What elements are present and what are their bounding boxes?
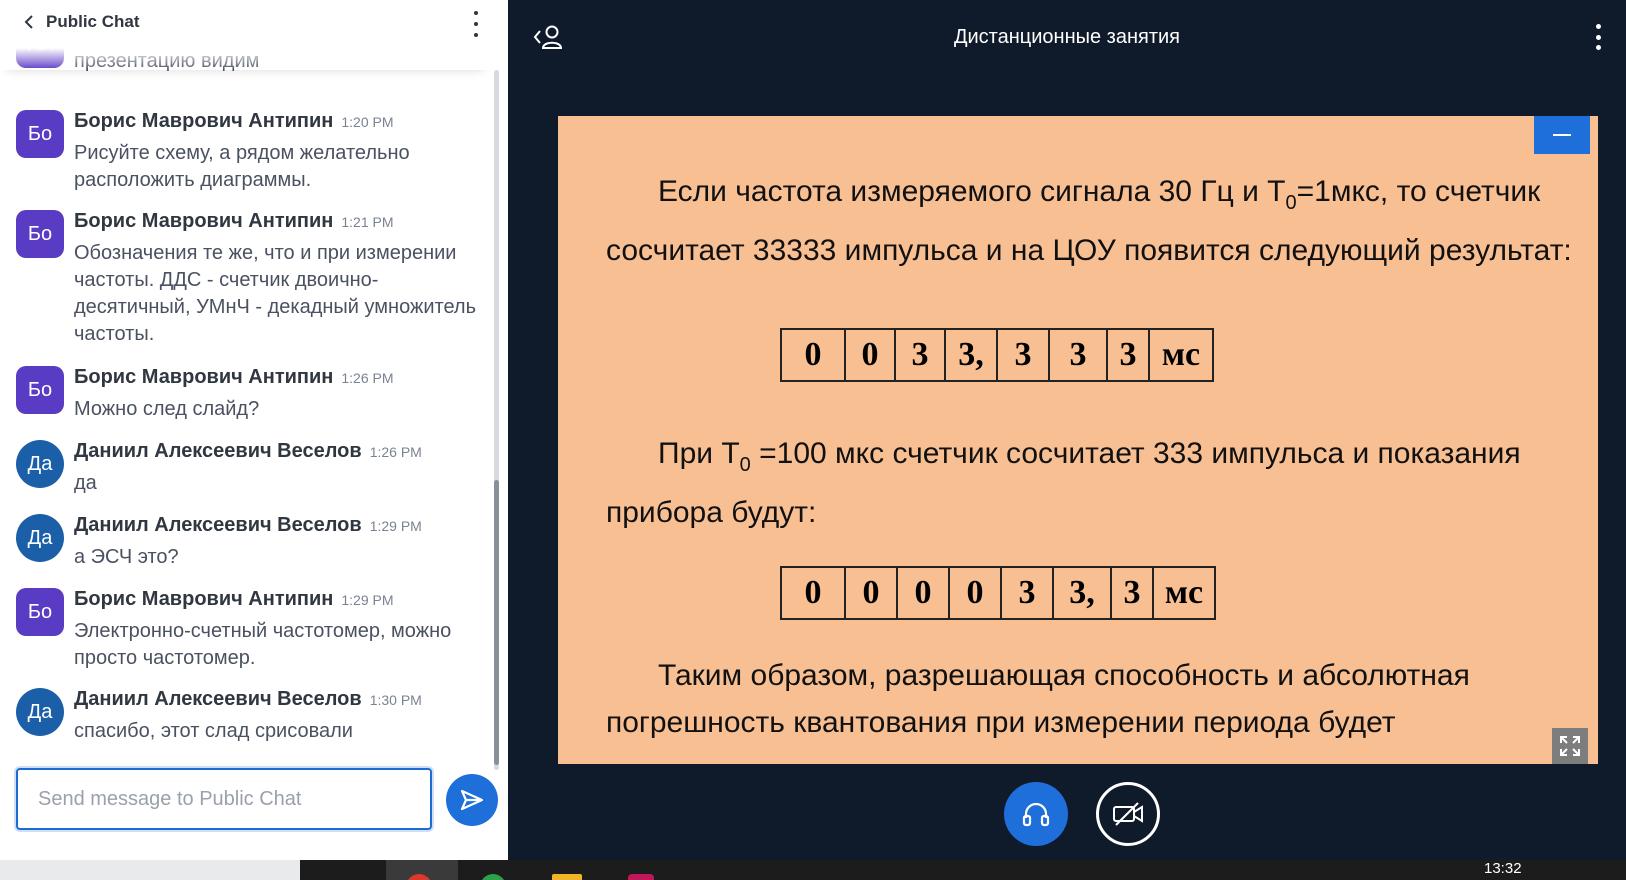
chat-header: Public Chat [0, 0, 508, 48]
public-chat-panel: Public Chat ИЛ презентацию видим Бо Бори… [0, 0, 508, 860]
digit-cell: 3 [1110, 568, 1152, 618]
folder-icon[interactable] [552, 874, 582, 880]
fullscreen-button[interactable] [1552, 728, 1588, 764]
message-time: 1:26 PM [341, 370, 394, 386]
counter-display-2: 0 0 0 0 3 3, 3 мс [780, 566, 1216, 620]
message-text: Можно след слайд? [74, 398, 260, 420]
message-time: 1:30 PM [369, 692, 422, 708]
message-sender: Борис Маврович Антипин 1:29 PM [74, 588, 394, 610]
video-off-icon [1113, 802, 1143, 826]
message-time: 1:26 PM [369, 444, 422, 460]
message-text: Рисуйте схему, а рядом желательно распол… [74, 142, 410, 191]
fullscreen-icon [1560, 736, 1580, 756]
taskbar-search-area[interactable] [0, 860, 300, 880]
unit-cell: мс [1152, 568, 1214, 618]
message-time: 1:20 PM [341, 114, 394, 130]
digit-cell: 0 [804, 574, 822, 611]
avatar: Да [16, 440, 64, 488]
slide-paragraph-2: При T0 =100 мкс счетчик сосчитает 333 им… [606, 437, 1521, 529]
message-text: спасибо, этот слад срисовали [74, 720, 353, 742]
digit-cell: 0 [896, 568, 948, 618]
digit-cell: 0 [844, 568, 896, 618]
avatar: Бо [16, 588, 64, 636]
message-sender: Даниил Алексеевич Веселов 1:30 PM [74, 688, 422, 710]
avatar: ИЛ [16, 48, 64, 68]
digit-cell: 3 [1106, 330, 1148, 380]
slide-paragraph-3: Таким образом, разрешающая способность и… [606, 659, 1470, 739]
chevron-left-icon [24, 15, 33, 29]
avatar: Да [16, 688, 64, 736]
message-list[interactable]: ИЛ презентацию видим Бо Борис Маврович А… [0, 48, 496, 760]
presentation-slide: Если частота измеряемого сигнала 30 Гц и… [558, 116, 1598, 764]
message-time: 1:21 PM [341, 214, 394, 230]
taskbar-app-icon[interactable] [628, 874, 654, 880]
audio-headphones-button[interactable] [1004, 782, 1068, 846]
message-text: а ЭСЧ это? [74, 546, 179, 568]
avatar: Бо [16, 110, 64, 158]
digit-cell: 0 [804, 336, 822, 373]
avatar: Бо [16, 366, 64, 414]
chat-back-button[interactable]: Public Chat [22, 12, 140, 32]
avatar: Да [16, 514, 64, 562]
message-text: презентацию видим [74, 50, 260, 72]
message-text: да [74, 472, 97, 494]
taskbar-app-icon[interactable] [480, 874, 506, 880]
minus-icon [1553, 134, 1571, 136]
message-sender: Даниил Алексеевич Веселов 1:29 PM [74, 514, 422, 536]
chat-title: Public Chat [46, 12, 140, 31]
os-taskbar: 13:32 [0, 860, 1626, 880]
send-icon [460, 789, 484, 811]
message-time: 1:29 PM [341, 592, 394, 608]
digit-cell: 3, [944, 330, 996, 380]
message-text: Обозначения те же, что и при измерении ч… [74, 242, 477, 345]
message-sender: Борис Маврович Антипин 1:21 PM [74, 210, 394, 232]
message-sender: Борис Маврович Антипин 1:20 PM [74, 110, 394, 132]
digit-cell: 3 [1000, 568, 1052, 618]
send-message-button[interactable] [446, 774, 498, 826]
digit-cell: 0 [844, 330, 894, 380]
slide-paragraph-1: Если частота измеряемого сигнала 30 Гц и… [606, 175, 1572, 267]
message-text: Электронно-счетный частотомер, можно про… [74, 620, 452, 669]
digit-cell: 0 [948, 568, 1000, 618]
digit-cell: 3 [1048, 330, 1106, 380]
message-sender: Борис Маврович Антипин 1:26 PM [74, 366, 394, 388]
digit-cell: 3 [996, 330, 1048, 380]
minimize-presentation-button[interactable] [1534, 116, 1590, 154]
chat-scrollbar-thumb[interactable] [494, 480, 499, 765]
options-menu-icon[interactable] [1592, 24, 1604, 50]
session-title: Дистанционные занятия [953, 26, 1181, 48]
chat-options-menu-icon[interactable] [468, 11, 484, 37]
presentation-area: Дистанционные занятия Если частота измер… [508, 0, 1626, 860]
digit-cell: 3, [1052, 568, 1110, 618]
headphones-icon [1022, 802, 1050, 827]
message-time: 1:29 PM [369, 518, 422, 534]
unit-cell: мс [1148, 330, 1212, 380]
taskbar-clock: 13:32 [1484, 860, 1522, 877]
counter-display-1: 0 0 3 3, 3 3 3 мс [780, 328, 1214, 382]
message-sender: Даниил Алексеевич Веселов 1:26 PM [74, 440, 422, 462]
chat-message-input-wrapper [16, 768, 432, 830]
digit-cell: 3 [894, 330, 944, 380]
video-camera-button[interactable] [1096, 782, 1160, 846]
chat-message-input[interactable] [18, 770, 430, 828]
avatar: Бо [16, 210, 64, 258]
